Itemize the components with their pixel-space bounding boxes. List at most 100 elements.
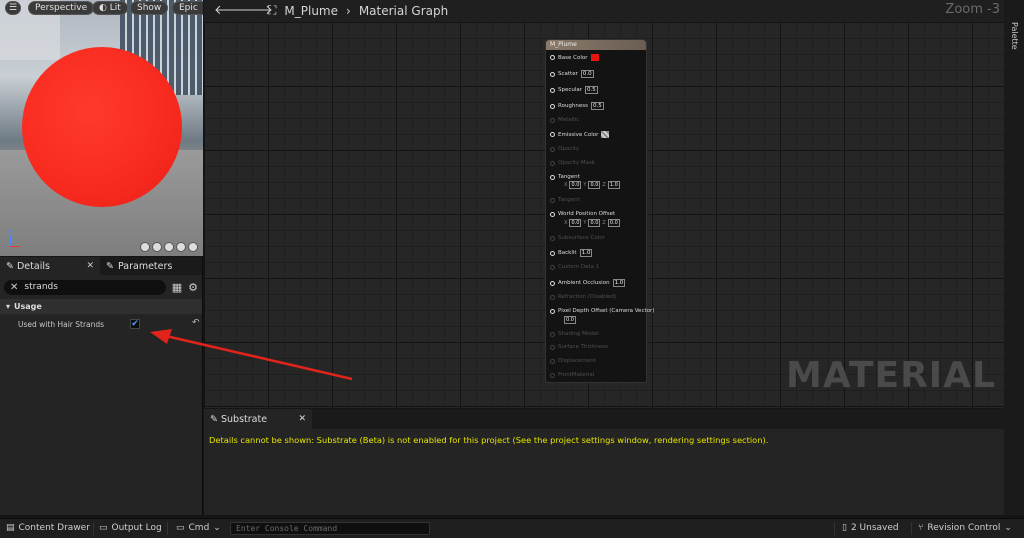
backlit-value[interactable]: 1.0: [579, 249, 593, 257]
pin-world-position-offset[interactable]: World Position Offset: [550, 211, 615, 217]
pin-label: Surface Thickness: [558, 344, 608, 350]
pin-shading-model[interactable]: Shading Model: [550, 331, 599, 337]
scalability-button[interactable]: Epic: [172, 1, 203, 15]
pin-icon: [550, 71, 555, 77]
reset-to-default-icon[interactable]: ↶: [192, 318, 200, 328]
perspective-button[interactable]: Perspective: [28, 1, 95, 15]
clear-search-icon[interactable]: ✕: [10, 282, 18, 293]
tab-substrate[interactable]: ✎ Substrate ✕: [204, 409, 312, 429]
output-log-button[interactable]: ▭ Output Log: [99, 523, 162, 533]
chevron-down-icon: ⌄: [1004, 523, 1012, 533]
pin-label: Displacement: [558, 358, 596, 364]
console-command-input[interactable]: Enter Console Command: [230, 522, 430, 535]
pdo-value[interactable]: 0.0: [564, 316, 576, 324]
pin-label: Scatter: [558, 71, 578, 77]
pin-pixel-depth-offset[interactable]: Pixel Depth Offset (Camera Vector): [550, 308, 654, 314]
ao-value[interactable]: 1.0: [612, 279, 626, 287]
show-label: Show: [137, 3, 162, 13]
pin-emissive-color[interactable]: Emissive Color: [550, 131, 610, 138]
teapot-preview-icon[interactable]: [188, 242, 198, 252]
close-icon[interactable]: ✕: [86, 261, 94, 271]
pin-base-color[interactable]: Base Color: [550, 54, 599, 61]
x-label: X: [564, 220, 568, 226]
pin-custom-data[interactable]: Custom Data 1: [550, 264, 599, 270]
pin-displacement[interactable]: Displacement: [550, 358, 596, 364]
content-drawer-label: Content Drawer: [18, 523, 90, 533]
details-search-row: ✕ strands ▦ ⚙: [0, 275, 202, 299]
z-label: Z: [602, 220, 606, 226]
cmd-dropdown[interactable]: ▭ Cmd ⌄: [176, 523, 221, 533]
pencil-icon: ✎: [106, 260, 114, 272]
settings-gear-icon[interactable]: ⚙: [188, 281, 198, 294]
pin-icon: [550, 294, 555, 300]
plane-preview-icon[interactable]: [164, 242, 174, 252]
used-with-hair-strands-checkbox[interactable]: ✔: [130, 319, 140, 329]
material-graph-canvas[interactable]: M_Plume Base Color Scatter 0.0 Specular 0.…: [204, 22, 1004, 408]
unsaved-button[interactable]: ▯ 2 Unsaved: [842, 523, 899, 533]
tab-details-label: Details: [16, 260, 50, 272]
pin-subsurface-color[interactable]: Subsurface Color: [550, 235, 605, 241]
perspective-label: Perspective: [35, 3, 88, 13]
roughness-value[interactable]: 0.5: [591, 102, 604, 110]
pin-label: Tangent: [558, 174, 580, 180]
breadcrumb-asset[interactable]: M_Plume: [284, 4, 338, 18]
pin-backlit[interactable]: Backlit 1.0: [550, 249, 593, 257]
table-view-icon[interactable]: ▦: [172, 281, 182, 294]
pin-icon: [550, 87, 555, 93]
pin-label: Ambient Occlusion: [558, 280, 610, 286]
pin-roughness[interactable]: Roughness 0.5: [550, 102, 604, 110]
base-color-swatch[interactable]: [590, 54, 599, 61]
emissive-color-swatch[interactable]: [601, 131, 610, 138]
usage-section-header[interactable]: ▾ Usage: [0, 299, 202, 314]
specular-value[interactable]: 0.5: [585, 86, 598, 94]
cylinder-preview-icon[interactable]: [140, 242, 150, 252]
pin-opacity[interactable]: Opacity: [550, 146, 579, 152]
pin-scatter[interactable]: Scatter 0.0: [550, 70, 594, 78]
content-drawer-button[interactable]: ▤ Content Drawer: [6, 523, 90, 533]
scatter-value[interactable]: 0.0: [580, 70, 594, 78]
pin-specular[interactable]: Specular 0.5: [550, 86, 598, 94]
preview-sphere: [22, 47, 182, 207]
unsaved-label: 2 Unsaved: [850, 523, 899, 533]
cube-preview-icon[interactable]: [176, 242, 186, 252]
pin-refraction[interactable]: Refraction (Disabled): [550, 294, 616, 300]
details-search-input[interactable]: ✕ strands: [4, 279, 166, 295]
revision-control-button[interactable]: ⑂ Revision Control ⌄: [918, 523, 1012, 533]
wpo-z-value[interactable]: 0.0: [607, 219, 620, 227]
pin-icon: [550, 372, 555, 378]
graph-icon: ⛶: [268, 3, 277, 17]
pin-icon: [550, 211, 555, 217]
pin-icon: [550, 160, 555, 166]
pin-tangent-disabled[interactable]: Tangent: [550, 197, 580, 203]
status-bar: ▤ Content Drawer ▭ Output Log ▭ Cmd ⌄ Enter …: [0, 518, 1024, 538]
pencil-icon: ✎: [6, 260, 17, 272]
material-preview-viewport[interactable]: ☰ Perspective ◐ Lit Show Epic z: [0, 0, 203, 256]
pin-icon: [550, 344, 555, 350]
material-result-node[interactable]: M_Plume Base Color Scatter 0.0 Specular 0.…: [545, 39, 654, 383]
pin-front-material[interactable]: FrontMaterial: [550, 372, 594, 378]
viewport-menu-icon[interactable]: ☰: [5, 1, 21, 15]
tangent-z-value[interactable]: 1.0: [607, 181, 620, 189]
pin-surface-thickness[interactable]: Surface Thickness: [550, 344, 608, 350]
palette-side-tab[interactable]: Palette: [1004, 0, 1024, 515]
sphere-preview-icon[interactable]: [152, 242, 162, 252]
tab-parameters[interactable]: ✎ Parameters: [100, 257, 178, 275]
tangent-y-value[interactable]: 0.0: [588, 181, 601, 189]
breadcrumb: ⛶ M_Plume › Material Graph: [268, 3, 448, 18]
pin-label: Emissive Color: [558, 131, 599, 138]
pin-ambient-occlusion[interactable]: Ambient Occlusion 1.0: [550, 279, 626, 287]
lit-button[interactable]: ◐ Lit: [92, 1, 128, 15]
chevron-down-icon: ▾: [6, 302, 11, 311]
close-icon[interactable]: ✕: [298, 414, 306, 424]
wpo-x-value[interactable]: 0.0: [569, 219, 582, 227]
tangent-x-value[interactable]: 0.0: [569, 181, 582, 189]
wpo-y-value[interactable]: 0.0: [588, 219, 601, 227]
pin-tangent[interactable]: Tangent: [550, 174, 580, 180]
pin-icon: [550, 331, 555, 337]
pin-metallic[interactable]: Metallic: [550, 117, 579, 123]
breadcrumb-graph[interactable]: Material Graph: [359, 4, 448, 18]
tab-details[interactable]: ✎ Details ✕: [0, 257, 100, 275]
pin-opacity-mask[interactable]: Opacity Mask: [550, 160, 595, 166]
material-watermark: MATERIAL: [786, 355, 996, 396]
show-button[interactable]: Show: [130, 1, 169, 15]
